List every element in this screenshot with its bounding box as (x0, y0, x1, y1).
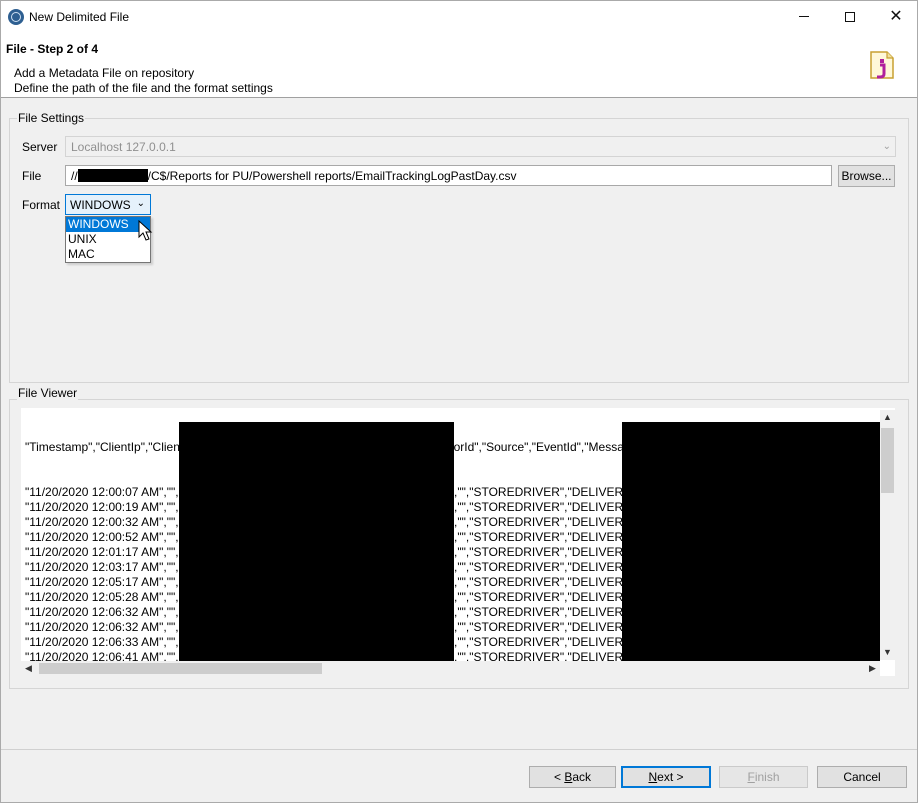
scroll-down-icon[interactable]: ▼ (880, 645, 895, 660)
server-label: Server (22, 140, 58, 154)
next-rest: ext > (657, 770, 684, 784)
viewer-row-middle: ,"","STOREDRIVER","DELIVER","< (454, 530, 642, 544)
viewer-row-timestamp: "11/20/2020 12:00:07 AM","", (25, 485, 179, 499)
scroll-up-icon[interactable]: ▲ (880, 410, 895, 425)
browse-button[interactable]: Browse... (838, 165, 895, 187)
file-settings-label: File Settings (17, 111, 86, 125)
step-description-1: Add a Metadata File on repository (14, 66, 195, 80)
step-title: File - Step 2 of 4 (6, 42, 99, 56)
chevron-down-icon: ⌄ (882, 141, 891, 152)
scroll-left-icon[interactable]: ◀ (21, 661, 36, 676)
redacted-hostname (77, 169, 148, 182)
viewer-row-middle: ,"","STOREDRIVER","DELIVER","< (454, 485, 642, 499)
horizontal-scroll-thumb[interactable] (39, 663, 322, 674)
vertical-scrollbar[interactable]: ▲ ▼ (880, 410, 895, 660)
file-viewer[interactable]: "Timestamp","ClientIp","ClientHostname",… (21, 408, 895, 676)
format-label: Format (22, 198, 61, 212)
file-path-input[interactable]: // /C$/Reports for PU/Powershell reports/… (65, 165, 832, 186)
viewer-row-timestamp: "11/20/2020 12:06:33 AM","", (25, 635, 179, 649)
cancel-button[interactable]: Cancel (817, 766, 907, 788)
delimited-file-icon (870, 51, 894, 79)
viewer-row-middle: ,"","STOREDRIVER","DELIVER","< (454, 605, 642, 619)
scroll-right-icon[interactable]: ▶ (865, 661, 880, 676)
next-mnemonic: N (648, 770, 658, 784)
minimize-button[interactable] (781, 1, 827, 32)
mouse-cursor-icon (138, 220, 153, 241)
horizontal-scrollbar[interactable]: ◀ ▶ (21, 661, 880, 676)
viewer-row-timestamp: "11/20/2020 12:06:32 AM","", (25, 605, 179, 619)
window-title: New Delimited File (29, 10, 130, 24)
format-select[interactable]: WINDOWS ⌄ (65, 194, 151, 215)
redacted-block-right (622, 422, 880, 661)
finish-mnemonic: F (747, 770, 755, 784)
viewer-row-timestamp: "11/20/2020 12:00:32 AM","", (25, 515, 179, 529)
viewer-row-timestamp: "11/20/2020 12:06:32 AM","", (25, 620, 179, 634)
viewer-row-middle: ,"","STOREDRIVER","DELIVER","< (454, 545, 642, 559)
file-viewer-label: File Viewer (17, 386, 79, 400)
file-path-prefix: // (71, 169, 78, 183)
chevron-down-icon: ⌄ (136, 198, 145, 209)
redacted-block-left (179, 422, 454, 661)
title-bar[interactable]: New Delimited File ✕ (0, 0, 918, 32)
viewer-row-middle: ,"","STOREDRIVER","DELIVER","< (454, 560, 642, 574)
file-path-suffix: /C$/Reports for PU/Powershell reports/Em… (147, 169, 517, 183)
maximize-icon (845, 11, 855, 22)
viewer-row-timestamp: "11/20/2020 12:03:17 AM","", (25, 560, 179, 574)
next-button[interactable]: Next > (621, 766, 711, 788)
viewer-row-middle: ,"","STOREDRIVER","DELIVER","< (454, 590, 642, 604)
back-prefix: < (553, 770, 565, 784)
vertical-scroll-thumb[interactable] (881, 428, 894, 493)
back-rest: ack (572, 770, 592, 784)
viewer-row-middle: ,"","STOREDRIVER","DELIVER","< (454, 500, 642, 514)
finish-button[interactable]: Finish (719, 766, 808, 788)
viewer-row-middle: ,"","STOREDRIVER","DELIVER","< (454, 635, 642, 649)
viewer-row-timestamp: "11/20/2020 12:05:17 AM","", (25, 575, 179, 589)
close-button[interactable]: ✕ (873, 1, 918, 32)
finish-rest: inish (754, 770, 780, 784)
viewer-row-timestamp: "11/20/2020 12:00:52 AM","", (25, 530, 179, 544)
server-select: Localhost 127.0.0.1 ⌄ (65, 136, 896, 157)
back-button[interactable]: < Back (529, 766, 616, 788)
footer-separator (0, 749, 918, 750)
close-icon: ✕ (889, 7, 903, 25)
viewer-row-middle: ,"","STOREDRIVER","DELIVER","< (454, 620, 642, 634)
file-label: File (22, 169, 42, 183)
format-value: WINDOWS (70, 198, 131, 212)
viewer-row-timestamp: "11/20/2020 12:05:28 AM","", (25, 590, 179, 604)
viewer-row-middle: ,"","STOREDRIVER","DELIVER","< (454, 575, 642, 589)
talend-icon (8, 9, 24, 25)
format-option-mac[interactable]: MAC (66, 247, 150, 262)
viewer-row-middle: ,"","STOREDRIVER","DELIVER","< (454, 515, 642, 529)
viewer-row-timestamp: "11/20/2020 12:00:19 AM","", (25, 500, 179, 514)
minimize-icon (799, 16, 809, 17)
viewer-row-timestamp: "11/20/2020 12:01:17 AM","", (25, 545, 179, 559)
server-value: Localhost 127.0.0.1 (71, 140, 176, 154)
step-description-2: Define the path of the file and the form… (14, 81, 273, 95)
maximize-button[interactable] (827, 1, 873, 32)
wizard-header: File - Step 2 of 4 Add a Metadata File o… (0, 32, 918, 98)
